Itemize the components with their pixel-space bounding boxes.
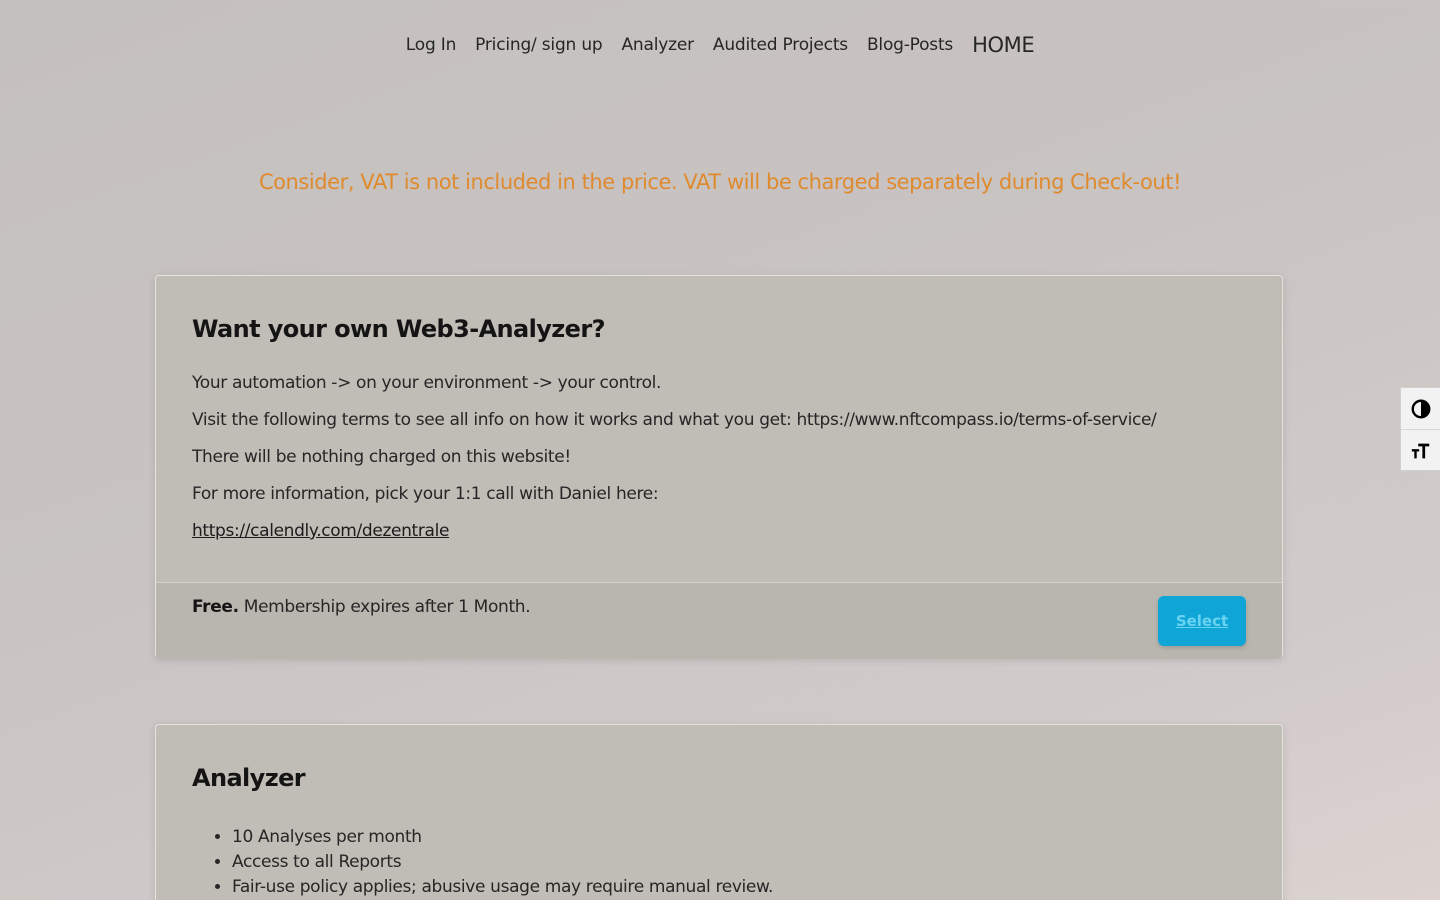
plan-paragraph: Your automation -> on your environment -…	[192, 373, 662, 393]
font-size-icon	[1411, 443, 1430, 458]
top-navigation: Log In Pricing/ sign up Analyzer Audited…	[0, 0, 1440, 90]
plan-title: Analyzer	[192, 764, 306, 792]
plan-price-label: Free.	[192, 597, 239, 617]
nav-log-in[interactable]: Log In	[406, 35, 457, 55]
contrast-icon	[1411, 399, 1431, 418]
calendly-link[interactable]: https://calendly.com/dezentrale	[192, 521, 449, 541]
vat-notice: Consider, VAT is not included in the pri…	[258, 170, 1182, 194]
nav-blog-posts[interactable]: Blog-Posts	[867, 35, 953, 55]
plan-price-detail: Membership expires after 1 Month.	[243, 597, 531, 617]
nav-analyzer[interactable]: Analyzer	[622, 35, 695, 55]
plan-paragraph: There will be nothing charged on this we…	[192, 447, 571, 467]
nav-audited-projects[interactable]: Audited Projects	[713, 35, 848, 55]
plan-paragraph: https://calendly.com/dezentrale	[192, 520, 1252, 543]
nav-pricing-sign-up[interactable]: Pricing/ sign up	[475, 35, 603, 55]
list-item: Fair-use policy applies; abusive usage m…	[232, 875, 773, 900]
plan-paragraph: For more information, pick your 1:1 call…	[192, 484, 659, 504]
list-item: 10 Analyses per month	[232, 825, 773, 850]
accessibility-toolbar	[1400, 387, 1440, 471]
plan-card-web3-analyzer: Want your own Web3-Analyzer? Your automa…	[155, 275, 1283, 659]
plan-paragraph: Visit the following terms to see all inf…	[192, 410, 1157, 430]
plan-footer: Free. Membership expires after 1 Month. …	[156, 582, 1282, 659]
plan-title: Want your own Web3-Analyzer?	[192, 315, 606, 343]
list-item: Access to all Reports	[232, 850, 773, 875]
plan-description: Your automation -> on your environment -…	[192, 372, 1252, 557]
plan-price: Free. Membership expires after 1 Month.	[192, 597, 531, 617]
plan-card-analyzer: Analyzer 10 Analyses per month Access to…	[155, 724, 1283, 900]
toggle-contrast-button[interactable]	[1401, 388, 1440, 429]
select-button[interactable]: Select	[1158, 596, 1246, 646]
toggle-font-size-button[interactable]	[1401, 429, 1440, 471]
plan-feature-list: 10 Analyses per month Access to all Repo…	[192, 825, 773, 900]
nav-home[interactable]: HOME	[972, 33, 1035, 57]
